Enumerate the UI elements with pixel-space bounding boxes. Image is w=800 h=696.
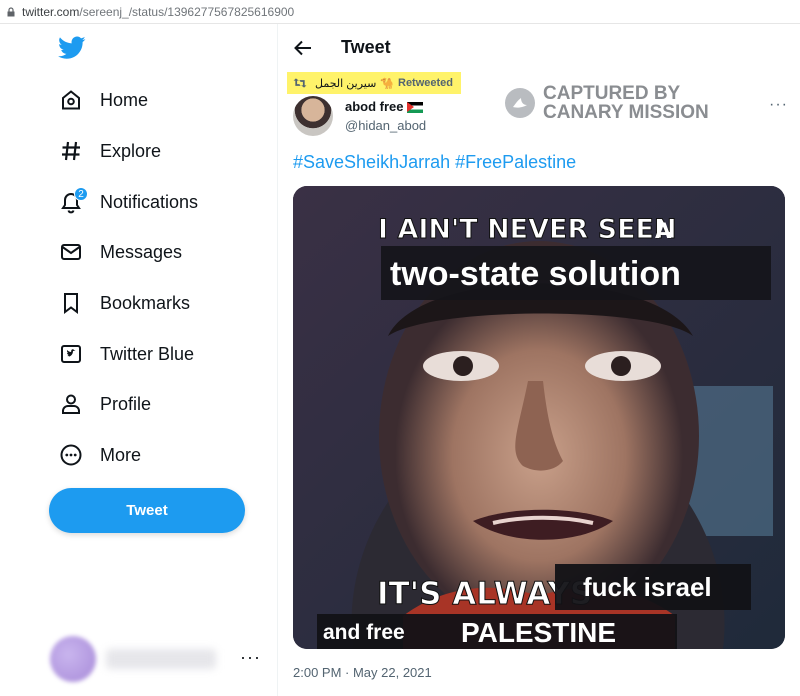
sidebar-item-bookmarks[interactable]: Bookmarks [56, 283, 190, 323]
author-avatar[interactable] [293, 96, 333, 136]
palestine-flag-icon [406, 102, 423, 114]
watermark-line1: CAPTURED BY [543, 83, 681, 104]
lock-icon [7, 6, 15, 16]
watermark-line2: CANARY MISSION [543, 102, 709, 123]
sidebar-item-label: Explore [100, 140, 162, 161]
url-host: twitter.com [22, 4, 80, 19]
tweet-timestamp[interactable]: 2:00 PM · May 22, 2021 [293, 665, 432, 680]
sidebar-item-twitter-blue[interactable]: Twitter Blue [56, 334, 194, 374]
blurred-account-name [106, 649, 216, 669]
account-more-icon[interactable]: ··· [240, 647, 261, 668]
sidebar-item-label: Home [100, 89, 149, 110]
tweet-header: Tweet [279, 24, 800, 72]
retweeted-label: Retweeted [398, 77, 454, 89]
avatar [50, 636, 96, 682]
retweeter-name[interactable]: سيرين الجمل [315, 77, 376, 90]
author-display-name[interactable]: abod free [345, 99, 423, 114]
account-switcher[interactable]: ··· [50, 629, 260, 689]
sidebar-item-label: Bookmarks [100, 292, 191, 313]
author-handle[interactable]: @hidan_abod [345, 118, 426, 133]
retweeted-by: سيرين الجمل 🐪 Retweeted [287, 72, 461, 94]
meme-line4b: PALESTINE [461, 617, 616, 648]
hashtag-link[interactable]: #SaveSheikhJarrah [293, 152, 450, 172]
meme-line1-small: A [655, 219, 672, 243]
sidebar-item-label: Notifications [100, 191, 199, 212]
sidebar-item-home[interactable]: Home [56, 80, 148, 120]
sidebar-item-label: Twitter Blue [100, 343, 195, 364]
sidebar-item-label: Profile [100, 393, 152, 414]
back-arrow-icon[interactable] [291, 36, 315, 60]
sidebar-item-notifications[interactable]: 2 Notifications [56, 182, 198, 222]
tweet-button[interactable]: Tweet [49, 488, 245, 533]
browser-url-bar[interactable]: twitter.com/sereenj_/status/139627756782… [0, 0, 800, 24]
canary-logo-icon [505, 88, 535, 118]
meme-image: I AIN'T NEVER SEEN A two-state solution … [293, 186, 785, 649]
url-path: /sereenj_/status/1396277567825616900 [79, 4, 295, 19]
sidebar-item-explore[interactable]: Explore [56, 131, 161, 171]
sidebar-item-messages[interactable]: Messages [56, 232, 182, 272]
sidebar-item-profile[interactable]: Profile [56, 384, 151, 424]
notification-badge: 2 [74, 187, 88, 201]
camel-emoji: 🐪 [380, 77, 394, 90]
meme-line4a: and free [323, 621, 405, 644]
meme-line1: I AIN'T NEVER SEEN [378, 214, 677, 245]
sidebar-item-label: More [100, 444, 142, 465]
tweet-more-icon[interactable]: ··· [769, 96, 788, 114]
main-column: Tweet سيرين الجمل 🐪 Retweeted abod free … [279, 24, 800, 696]
person-icon [56, 389, 86, 419]
page-title: Tweet [341, 37, 391, 57]
bell-icon: 2 [56, 187, 88, 217]
tweet-text: #SaveSheikhJarrah #FreePalestine [293, 152, 576, 173]
home-icon [56, 85, 86, 115]
meme-line2: two-state solution [390, 255, 681, 293]
tweet-image[interactable]: I AIN'T NEVER SEEN A two-state solution … [293, 186, 785, 649]
canary-mission-watermark: CAPTURED BY CANARY MISSION [505, 84, 709, 122]
twitter-bird-icon[interactable] [58, 36, 86, 60]
retweet-icon [293, 78, 307, 88]
sidebar-item-more[interactable]: More [56, 435, 141, 475]
meme-line3-box: fuck israel [583, 572, 712, 602]
sidebar-item-label: Messages [100, 241, 183, 262]
more-circle-icon [56, 440, 86, 470]
envelope-icon [56, 237, 86, 267]
left-sidebar: Home Explore 2 Notifications Messages Bo… [0, 24, 278, 696]
twitter-blue-icon [56, 339, 86, 369]
hashtag-icon [56, 136, 86, 166]
hashtag-link[interactable]: #FreePalestine [455, 152, 576, 172]
bookmark-icon [56, 288, 86, 318]
